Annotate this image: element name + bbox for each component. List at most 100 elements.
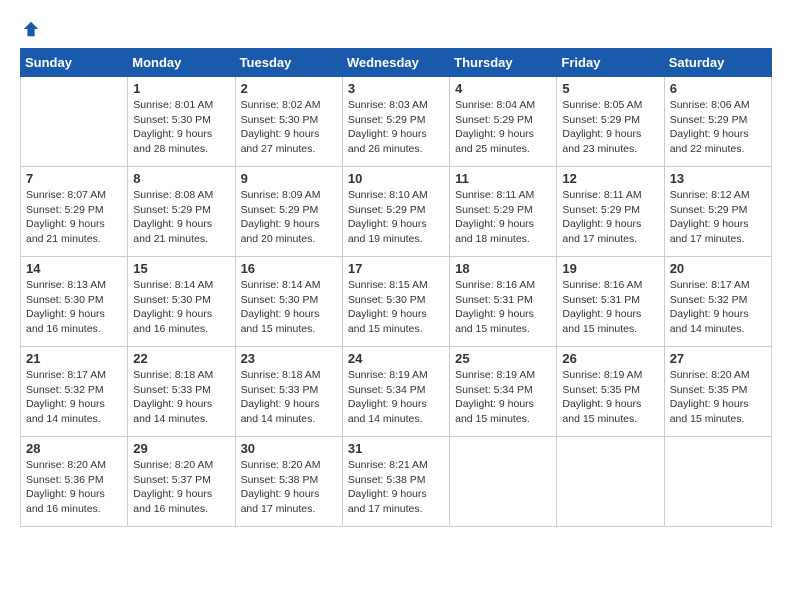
day-info: Sunrise: 8:12 AMSunset: 5:29 PMDaylight:… [670, 188, 766, 247]
day-info: Sunrise: 8:13 AMSunset: 5:30 PMDaylight:… [26, 278, 122, 337]
day-number: 6 [670, 81, 766, 96]
day-info: Sunrise: 8:11 AMSunset: 5:29 PMDaylight:… [455, 188, 551, 247]
day-number: 20 [670, 261, 766, 276]
logo-icon [22, 20, 40, 38]
calendar-cell: 15 Sunrise: 8:14 AMSunset: 5:30 PMDayligh… [128, 257, 235, 347]
day-info: Sunrise: 8:20 AMSunset: 5:35 PMDaylight:… [670, 368, 766, 427]
day-number: 19 [562, 261, 658, 276]
day-info: Sunrise: 8:20 AMSunset: 5:37 PMDaylight:… [133, 458, 229, 517]
day-number: 26 [562, 351, 658, 366]
calendar-cell: 16 Sunrise: 8:14 AMSunset: 5:30 PMDayligh… [235, 257, 342, 347]
day-info: Sunrise: 8:21 AMSunset: 5:38 PMDaylight:… [348, 458, 444, 517]
weekday-header-saturday: Saturday [664, 49, 771, 77]
day-info: Sunrise: 8:01 AMSunset: 5:30 PMDaylight:… [133, 98, 229, 157]
calendar-cell: 23 Sunrise: 8:18 AMSunset: 5:33 PMDayligh… [235, 347, 342, 437]
calendar-cell: 27 Sunrise: 8:20 AMSunset: 5:35 PMDayligh… [664, 347, 771, 437]
day-number: 27 [670, 351, 766, 366]
day-number: 13 [670, 171, 766, 186]
calendar-cell: 24 Sunrise: 8:19 AMSunset: 5:34 PMDayligh… [342, 347, 449, 437]
day-info: Sunrise: 8:20 AMSunset: 5:38 PMDaylight:… [241, 458, 337, 517]
day-number: 14 [26, 261, 122, 276]
calendar-cell: 12 Sunrise: 8:11 AMSunset: 5:29 PMDayligh… [557, 167, 664, 257]
weekday-header-row: SundayMondayTuesdayWednesdayThursdayFrid… [21, 49, 772, 77]
day-number: 4 [455, 81, 551, 96]
day-number: 7 [26, 171, 122, 186]
day-info: Sunrise: 8:05 AMSunset: 5:29 PMDaylight:… [562, 98, 658, 157]
day-number: 17 [348, 261, 444, 276]
day-info: Sunrise: 8:16 AMSunset: 5:31 PMDaylight:… [455, 278, 551, 337]
calendar-cell: 8 Sunrise: 8:08 AMSunset: 5:29 PMDaylight… [128, 167, 235, 257]
calendar-cell [21, 77, 128, 167]
day-info: Sunrise: 8:19 AMSunset: 5:34 PMDaylight:… [455, 368, 551, 427]
day-info: Sunrise: 8:16 AMSunset: 5:31 PMDaylight:… [562, 278, 658, 337]
day-number: 23 [241, 351, 337, 366]
day-info: Sunrise: 8:14 AMSunset: 5:30 PMDaylight:… [241, 278, 337, 337]
day-number: 28 [26, 441, 122, 456]
week-row-4: 21 Sunrise: 8:17 AMSunset: 5:32 PMDayligh… [21, 347, 772, 437]
weekday-header-friday: Friday [557, 49, 664, 77]
day-number: 15 [133, 261, 229, 276]
day-info: Sunrise: 8:15 AMSunset: 5:30 PMDaylight:… [348, 278, 444, 337]
calendar-cell: 1 Sunrise: 8:01 AMSunset: 5:30 PMDaylight… [128, 77, 235, 167]
calendar-cell: 4Sunrise: 8:04 AMSunset: 5:29 PMDaylight… [450, 77, 557, 167]
day-number: 1 [133, 81, 229, 96]
calendar-cell: 20 Sunrise: 8:17 AMSunset: 5:32 PMDayligh… [664, 257, 771, 347]
week-row-2: 7 Sunrise: 8:07 AMSunset: 5:29 PMDaylight… [21, 167, 772, 257]
day-number: 22 [133, 351, 229, 366]
calendar-cell: 13 Sunrise: 8:12 AMSunset: 5:29 PMDayligh… [664, 167, 771, 257]
calendar-cell: 28 Sunrise: 8:20 AMSunset: 5:36 PMDayligh… [21, 437, 128, 527]
day-number: 21 [26, 351, 122, 366]
calendar-cell: 6 Sunrise: 8:06 AMSunset: 5:29 PMDaylight… [664, 77, 771, 167]
day-info: Sunrise: 8:09 AMSunset: 5:29 PMDaylight:… [241, 188, 337, 247]
weekday-header-wednesday: Wednesday [342, 49, 449, 77]
calendar-cell: 5Sunrise: 8:05 AMSunset: 5:29 PMDaylight… [557, 77, 664, 167]
day-number: 10 [348, 171, 444, 186]
day-info: Sunrise: 8:11 AMSunset: 5:29 PMDaylight:… [562, 188, 658, 247]
calendar-table: SundayMondayTuesdayWednesdayThursdayFrid… [20, 48, 772, 527]
calendar-cell [664, 437, 771, 527]
day-info: Sunrise: 8:14 AMSunset: 5:30 PMDaylight:… [133, 278, 229, 337]
day-info: Sunrise: 8:18 AMSunset: 5:33 PMDaylight:… [241, 368, 337, 427]
day-info: Sunrise: 8:08 AMSunset: 5:29 PMDaylight:… [133, 188, 229, 247]
day-number: 25 [455, 351, 551, 366]
day-info: Sunrise: 8:17 AMSunset: 5:32 PMDaylight:… [670, 278, 766, 337]
calendar-cell: 14 Sunrise: 8:13 AMSunset: 5:30 PMDayligh… [21, 257, 128, 347]
day-number: 9 [241, 171, 337, 186]
day-info: Sunrise: 8:19 AMSunset: 5:34 PMDaylight:… [348, 368, 444, 427]
day-info: Sunrise: 8:18 AMSunset: 5:33 PMDaylight:… [133, 368, 229, 427]
calendar-cell: 31Sunrise: 8:21 AMSunset: 5:38 PMDayligh… [342, 437, 449, 527]
calendar-cell: 2Sunrise: 8:02 AMSunset: 5:30 PMDaylight… [235, 77, 342, 167]
calendar-cell: 21 Sunrise: 8:17 AMSunset: 5:32 PMDayligh… [21, 347, 128, 437]
calendar-cell [557, 437, 664, 527]
calendar-cell: 26Sunrise: 8:19 AMSunset: 5:35 PMDayligh… [557, 347, 664, 437]
calendar-cell: 18 Sunrise: 8:16 AMSunset: 5:31 PMDayligh… [450, 257, 557, 347]
calendar-cell: 10Sunrise: 8:10 AMSunset: 5:29 PMDayligh… [342, 167, 449, 257]
weekday-header-thursday: Thursday [450, 49, 557, 77]
day-info: Sunrise: 8:17 AMSunset: 5:32 PMDaylight:… [26, 368, 122, 427]
weekday-header-monday: Monday [128, 49, 235, 77]
day-number: 24 [348, 351, 444, 366]
day-number: 11 [455, 171, 551, 186]
day-info: Sunrise: 8:03 AMSunset: 5:29 PMDaylight:… [348, 98, 444, 157]
calendar-cell: 19 Sunrise: 8:16 AMSunset: 5:31 PMDayligh… [557, 257, 664, 347]
logo [20, 20, 40, 38]
calendar-cell: 7 Sunrise: 8:07 AMSunset: 5:29 PMDaylight… [21, 167, 128, 257]
page-header [20, 20, 772, 38]
calendar-cell: 25 Sunrise: 8:19 AMSunset: 5:34 PMDayligh… [450, 347, 557, 437]
day-number: 29 [133, 441, 229, 456]
calendar-cell: 29 Sunrise: 8:20 AMSunset: 5:37 PMDayligh… [128, 437, 235, 527]
calendar-cell [450, 437, 557, 527]
calendar-cell: 22 Sunrise: 8:18 AMSunset: 5:33 PMDayligh… [128, 347, 235, 437]
day-number: 8 [133, 171, 229, 186]
calendar-cell: 30 Sunrise: 8:20 AMSunset: 5:38 PMDayligh… [235, 437, 342, 527]
week-row-3: 14 Sunrise: 8:13 AMSunset: 5:30 PMDayligh… [21, 257, 772, 347]
day-number: 30 [241, 441, 337, 456]
calendar-cell: 3Sunrise: 8:03 AMSunset: 5:29 PMDaylight… [342, 77, 449, 167]
day-number: 18 [455, 261, 551, 276]
day-number: 12 [562, 171, 658, 186]
day-info: Sunrise: 8:07 AMSunset: 5:29 PMDaylight:… [26, 188, 122, 247]
day-info: Sunrise: 8:06 AMSunset: 5:29 PMDaylight:… [670, 98, 766, 157]
day-info: Sunrise: 8:20 AMSunset: 5:36 PMDaylight:… [26, 458, 122, 517]
calendar-cell: 17 Sunrise: 8:15 AMSunset: 5:30 PMDayligh… [342, 257, 449, 347]
day-number: 16 [241, 261, 337, 276]
